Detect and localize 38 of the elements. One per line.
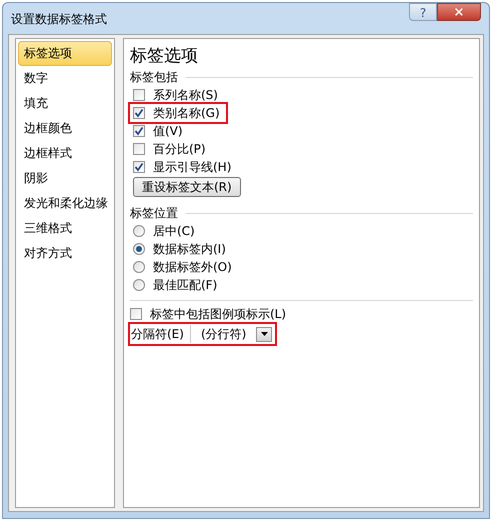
checkbox-label: 值(V)	[153, 123, 183, 140]
separator-dropdown[interactable]: (分行符)	[190, 325, 272, 343]
section-heading: 标签位置	[130, 205, 178, 222]
sidebar-item[interactable]: 三维格式	[18, 216, 112, 241]
sidebar-item[interactable]: 阴影	[18, 166, 112, 191]
sidebar-item[interactable]: 边框颜色	[18, 116, 112, 141]
panel-title: 标签选项	[130, 45, 199, 67]
radio-button[interactable]	[133, 261, 145, 273]
checkbox[interactable]	[133, 125, 145, 137]
separator-label: 分隔符(E)	[130, 326, 184, 343]
sidebar-item[interactable]: 发光和柔化边缘	[18, 191, 112, 216]
checkbox[interactable]	[133, 107, 145, 119]
checkbox-label: 标签中包括图例项标示(L)	[150, 306, 286, 323]
radio-button[interactable]	[133, 243, 145, 255]
checkbox[interactable]	[130, 308, 142, 320]
radio-label: 居中(C)	[153, 223, 195, 240]
window-title: 设置数据标签格式	[11, 10, 107, 28]
sidebar-item[interactable]: 数字	[18, 66, 112, 91]
checkbox-label: 系列名称(S)	[153, 87, 218, 104]
checkbox[interactable]	[133, 161, 145, 173]
section-heading: 标签包括	[130, 69, 178, 86]
checkbox[interactable]	[133, 143, 145, 155]
sidebar-item[interactable]: 对齐方式	[18, 241, 112, 266]
sidebar-item[interactable]: 标签选项	[18, 41, 112, 66]
radio-label: 数据标签外(O)	[153, 259, 232, 276]
checkbox-label: 显示引导线(H)	[153, 159, 232, 176]
checkbox-label: 类别名称(G)	[153, 105, 220, 122]
checkbox[interactable]	[133, 89, 145, 101]
checkbox-label: 百分比(P)	[153, 141, 206, 158]
radio-button[interactable]	[133, 279, 145, 291]
help-button[interactable]: ?	[409, 3, 437, 21]
radio-label: 最佳匹配(F)	[153, 277, 218, 294]
radio-button[interactable]	[133, 225, 145, 237]
radio-label: 数据标签内(I)	[153, 241, 226, 258]
sidebar-item[interactable]: 边框样式	[18, 141, 112, 166]
close-button[interactable]: ×	[437, 3, 481, 21]
reset-button[interactable]: 重设标签文本(R)	[133, 177, 241, 197]
sidebar-item[interactable]: 填充	[18, 91, 112, 116]
